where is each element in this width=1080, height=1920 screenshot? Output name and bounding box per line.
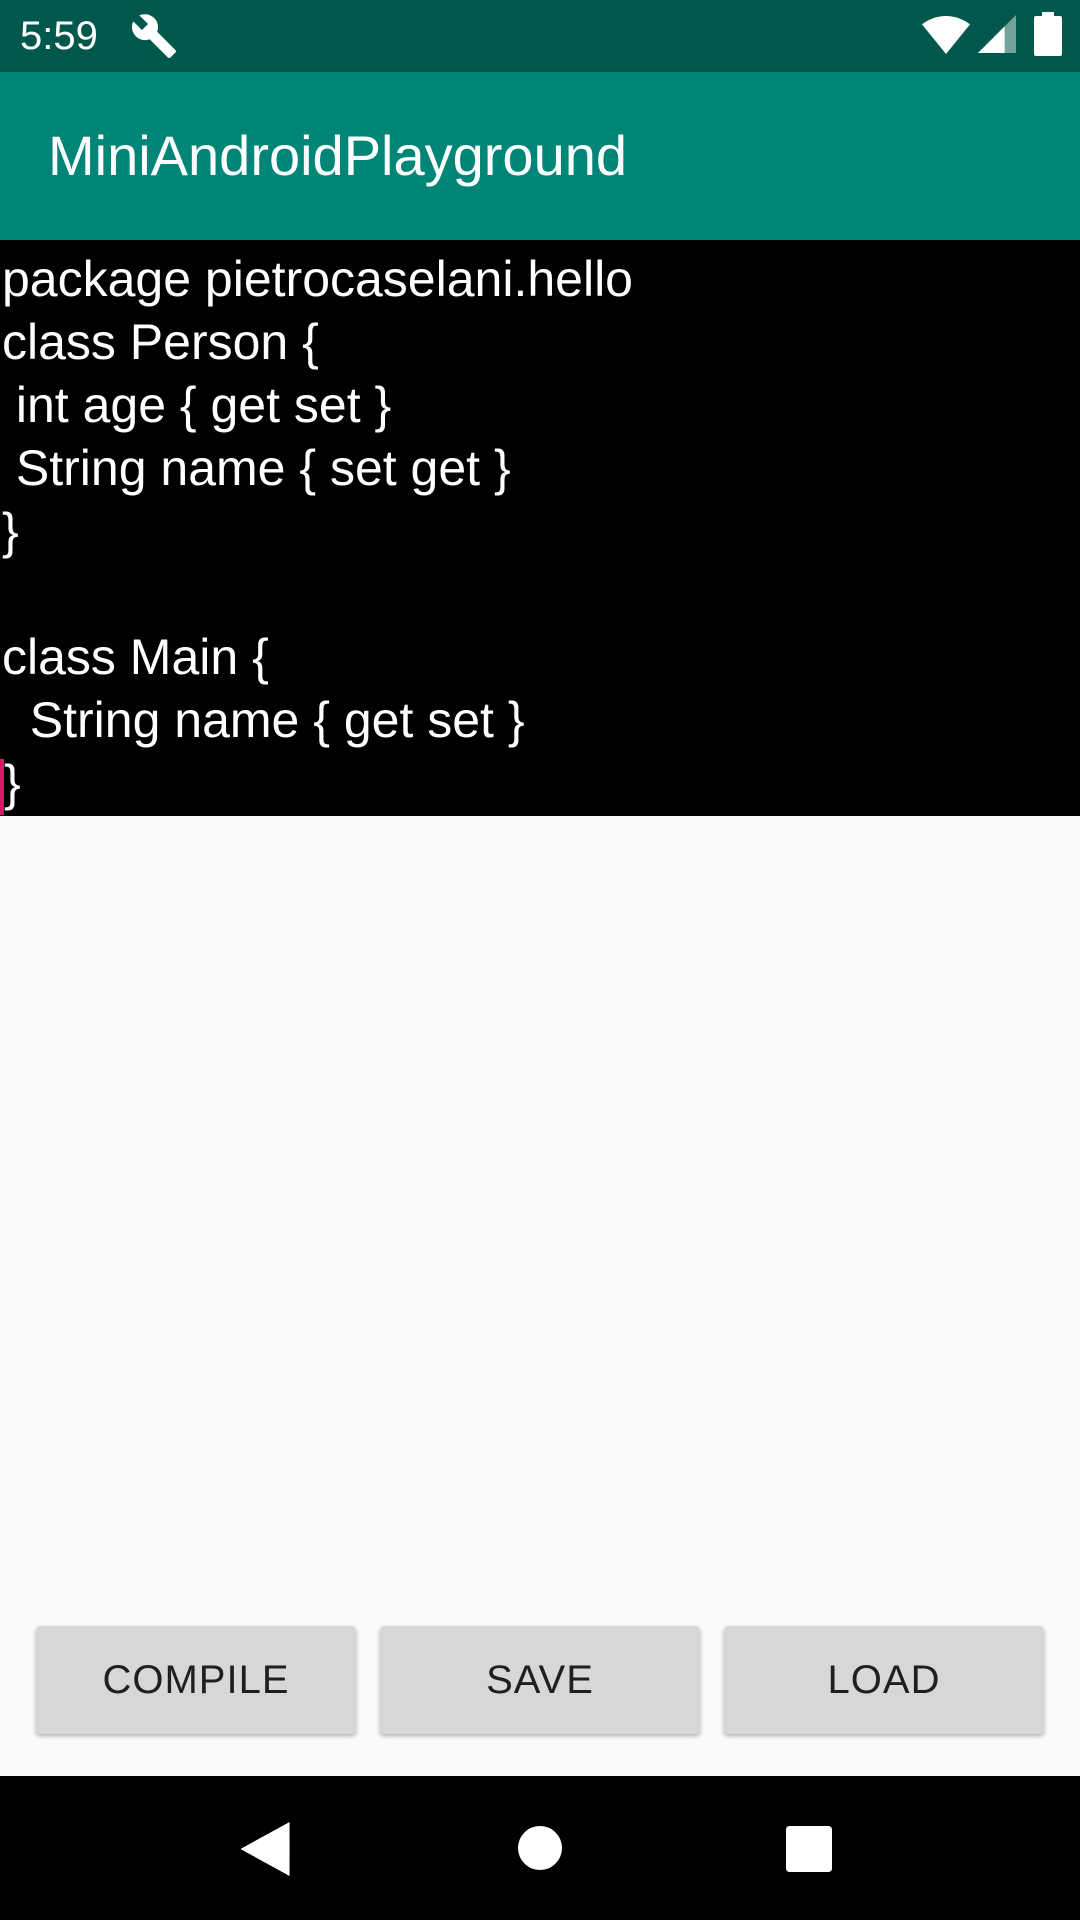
cell-signal-icon: [978, 15, 1016, 53]
code-line-last-text: }: [4, 755, 21, 811]
code-line-last: }: [0, 752, 1080, 815]
app-bar: MiniAndroidPlayground: [0, 72, 1080, 240]
wrench-icon: [131, 14, 176, 58]
save-button[interactable]: SAVE: [380, 1626, 700, 1734]
app-title: MiniAndroidPlayground: [48, 124, 628, 187]
status-time: 5:59: [20, 14, 98, 58]
code-line: }: [2, 503, 19, 559]
code-line: String name { get set }: [2, 692, 525, 748]
code-line: class Person {: [2, 314, 319, 370]
load-button[interactable]: LOAD: [724, 1626, 1044, 1734]
back-icon[interactable]: [240, 1822, 290, 1876]
button-row: COMPILE SAVE LOAD: [0, 1626, 1080, 1736]
code-line: package pietrocaselani.hello: [2, 251, 633, 307]
code-editor[interactable]: package pietrocaselani.hello class Perso…: [0, 240, 1080, 816]
code-line: String name { set get }: [2, 440, 511, 496]
wifi-icon: [922, 16, 970, 54]
code-line: class Main {: [2, 629, 269, 685]
code-lines[interactable]: package pietrocaselani.hello class Perso…: [0, 240, 1080, 815]
code-line: int age { get set }: [2, 377, 392, 433]
battery-icon: [1034, 12, 1062, 56]
navigation-bar: [0, 1776, 1080, 1920]
compile-button[interactable]: COMPILE: [36, 1626, 356, 1734]
status-bar: 5:59: [0, 0, 1080, 72]
home-icon[interactable]: [518, 1826, 562, 1870]
recents-icon[interactable]: [786, 1826, 832, 1872]
